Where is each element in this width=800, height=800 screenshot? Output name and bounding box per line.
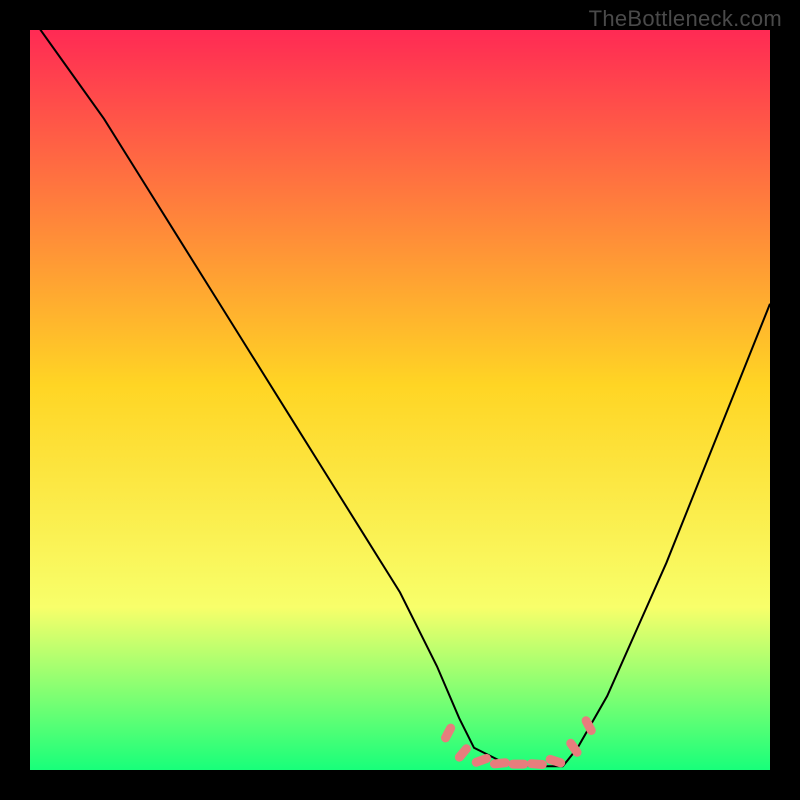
chart-container bbox=[30, 30, 770, 770]
watermark-label: TheBottleneck.com bbox=[589, 6, 782, 32]
data-marker bbox=[527, 759, 548, 769]
data-marker bbox=[508, 760, 528, 769]
chart-svg bbox=[30, 30, 770, 770]
gradient-bg bbox=[30, 30, 770, 770]
